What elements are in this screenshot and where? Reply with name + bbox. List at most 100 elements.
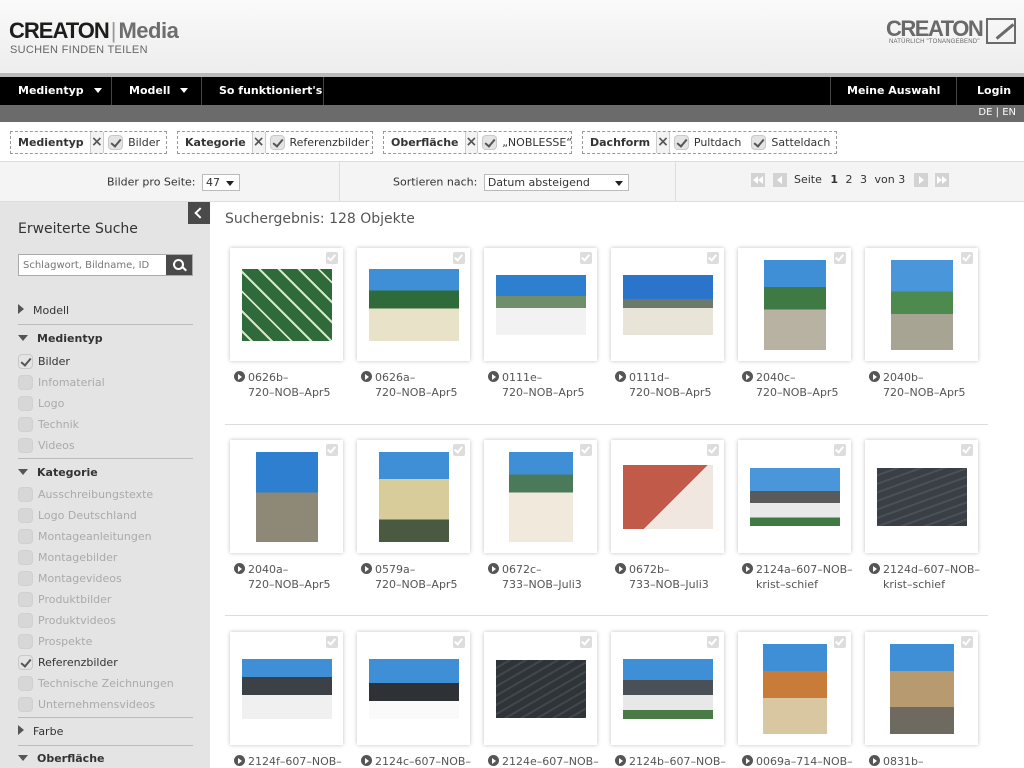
result-tile[interactable]: [357, 632, 470, 745]
filter-chip[interactable]: Satteldach: [747, 135, 836, 150]
result-caption[interactable]: 0672c– 733–NOB–Juli3: [488, 562, 613, 592]
thumbnail-image[interactable]: [256, 452, 318, 542]
remove-filter-icon[interactable]: ×: [251, 132, 266, 153]
filter-chip[interactable]: Bilder: [104, 135, 166, 150]
nav-medientyp[interactable]: Medientyp: [0, 77, 112, 105]
result-caption[interactable]: 0069a–714–NOB–: [742, 754, 867, 768]
option-referenzbilder[interactable]: Referenzbilder: [18, 655, 118, 670]
option-logo[interactable]: Logo: [18, 396, 64, 411]
result-tile[interactable]: [230, 440, 343, 553]
section-medientyp[interactable]: Medientyp: [18, 332, 193, 345]
select-checkbox-icon[interactable]: [834, 444, 846, 456]
section-modell[interactable]: Modell: [18, 304, 193, 317]
nav-login[interactable]: Login: [957, 77, 1024, 105]
thumbnail-image[interactable]: [509, 452, 573, 542]
page-1[interactable]: 1: [830, 173, 838, 186]
result-caption[interactable]: 2124a–607–NOB– krist–schief: [742, 562, 867, 592]
result-caption[interactable]: 2124c–607–NOB–: [361, 754, 486, 768]
result-tile[interactable]: [484, 248, 597, 361]
nav-my-selection[interactable]: Meine Auswahl (0): [830, 77, 957, 124]
lang-de[interactable]: DE: [978, 107, 992, 118]
thumbnail-image[interactable]: [764, 260, 826, 350]
option-prospekte[interactable]: Prospekte: [18, 634, 92, 649]
nav-modell[interactable]: Modell: [112, 77, 202, 105]
thumbnail-image[interactable]: [242, 659, 332, 719]
thumbnail-image[interactable]: [369, 269, 459, 341]
result-caption[interactable]: 2040b– 720–NOB–Apr5: [869, 370, 994, 400]
thumbnail-image[interactable]: [890, 644, 954, 734]
section-farbe[interactable]: Farbe: [18, 725, 193, 738]
option-montagebilder[interactable]: Montagebilder: [18, 550, 117, 565]
result-tile[interactable]: [357, 248, 470, 361]
filter-chip[interactable]: „NOBLESSE“: [478, 135, 578, 150]
option-videos[interactable]: Videos: [18, 438, 75, 453]
result-tile[interactable]: [611, 248, 724, 361]
thumbnail-image[interactable]: [379, 452, 449, 542]
remove-filter-icon[interactable]: ×: [464, 132, 479, 153]
option-produktbilder[interactable]: Produktbilder: [18, 592, 111, 607]
creaton-media-logo[interactable]: CREATON| Media: [9, 18, 179, 44]
result-caption[interactable]: 2124f–607–NOB–: [234, 754, 359, 768]
result-caption[interactable]: 0672b– 733–NOB–Juli3: [615, 562, 740, 592]
result-caption[interactable]: 2040a– 720–NOB–Apr5: [234, 562, 359, 592]
page-3[interactable]: 3: [860, 173, 867, 186]
result-tile[interactable]: [738, 632, 851, 745]
select-checkbox-icon[interactable]: [326, 252, 338, 264]
thumbnail-image[interactable]: [623, 275, 713, 335]
result-caption[interactable]: 0831b–: [869, 754, 994, 768]
result-tile[interactable]: [865, 440, 978, 553]
result-caption[interactable]: 0579a– 720–NOB–Apr5: [361, 562, 486, 592]
result-tile[interactable]: [230, 632, 343, 745]
first-page-icon[interactable]: [751, 173, 765, 187]
result-caption[interactable]: 2040c– 720–NOB–Apr5: [742, 370, 867, 400]
option-produktvideos[interactable]: Produktvideos: [18, 613, 116, 628]
result-tile[interactable]: [738, 440, 851, 553]
select-checkbox-icon[interactable]: [961, 252, 973, 264]
option-technik[interactable]: Technik: [18, 417, 79, 432]
result-caption[interactable]: 2124b–607–NOB–: [615, 754, 740, 768]
remove-filter-icon[interactable]: ×: [656, 132, 670, 153]
search-icon[interactable]: [166, 255, 192, 275]
thumbnail-image[interactable]: [891, 260, 953, 350]
result-caption[interactable]: 0626b– 720–NOB–Apr5: [234, 370, 359, 400]
result-tile[interactable]: [865, 632, 978, 745]
select-checkbox-icon[interactable]: [707, 636, 719, 648]
result-caption[interactable]: 2124d–607–NOB– krist–schief: [869, 562, 994, 592]
option-ausschreibungstexte[interactable]: Ausschreibungstexte: [18, 487, 153, 502]
result-caption[interactable]: 0111d– 720–NOB–Apr5: [615, 370, 740, 400]
option-montagevideos[interactable]: Montagevideos: [18, 571, 122, 586]
select-checkbox-icon[interactable]: [453, 444, 465, 456]
thumbnail-image[interactable]: [750, 468, 840, 526]
page-2[interactable]: 2: [846, 173, 853, 186]
select-checkbox-icon[interactable]: [453, 252, 465, 264]
result-caption[interactable]: 2124e–607–NOB–: [488, 754, 613, 768]
select-checkbox-icon[interactable]: [326, 444, 338, 456]
select-checkbox-icon[interactable]: [834, 636, 846, 648]
select-checkbox-icon[interactable]: [707, 252, 719, 264]
filter-chip[interactable]: Referenzbilder: [266, 135, 376, 150]
filter-chip[interactable]: Pultdach: [670, 135, 748, 150]
select-checkbox-icon[interactable]: [326, 636, 338, 648]
thumbnail-image[interactable]: [242, 269, 332, 341]
last-page-icon[interactable]: [935, 173, 950, 187]
option-montageanleitungen[interactable]: Montageanleitungen: [18, 529, 152, 544]
thumbnail-image[interactable]: [623, 659, 713, 719]
option-technische-zeichnungen[interactable]: Technische Zeichnungen: [18, 676, 174, 691]
section-oberflaeche[interactable]: Oberfläche: [18, 752, 193, 765]
search-input[interactable]: [19, 255, 169, 275]
result-tile[interactable]: [865, 248, 978, 361]
nav-how-it-works[interactable]: So funktioniert's: [202, 77, 324, 105]
thumbnail-image[interactable]: [369, 659, 459, 719]
option-bilder[interactable]: Bilder: [18, 354, 70, 369]
section-kategorie[interactable]: Kategorie: [18, 466, 193, 479]
select-checkbox-icon[interactable]: [961, 636, 973, 648]
prev-page-icon[interactable]: [772, 173, 787, 187]
next-page-icon[interactable]: [913, 173, 928, 187]
result-tile[interactable]: [230, 248, 343, 361]
result-tile[interactable]: [484, 440, 597, 553]
collapse-sidebar-icon[interactable]: [188, 202, 210, 224]
select-checkbox-icon[interactable]: [580, 252, 592, 264]
thumbnail-image[interactable]: [623, 465, 713, 529]
thumbnail-image[interactable]: [763, 644, 827, 734]
select-checkbox-icon[interactable]: [961, 444, 973, 456]
